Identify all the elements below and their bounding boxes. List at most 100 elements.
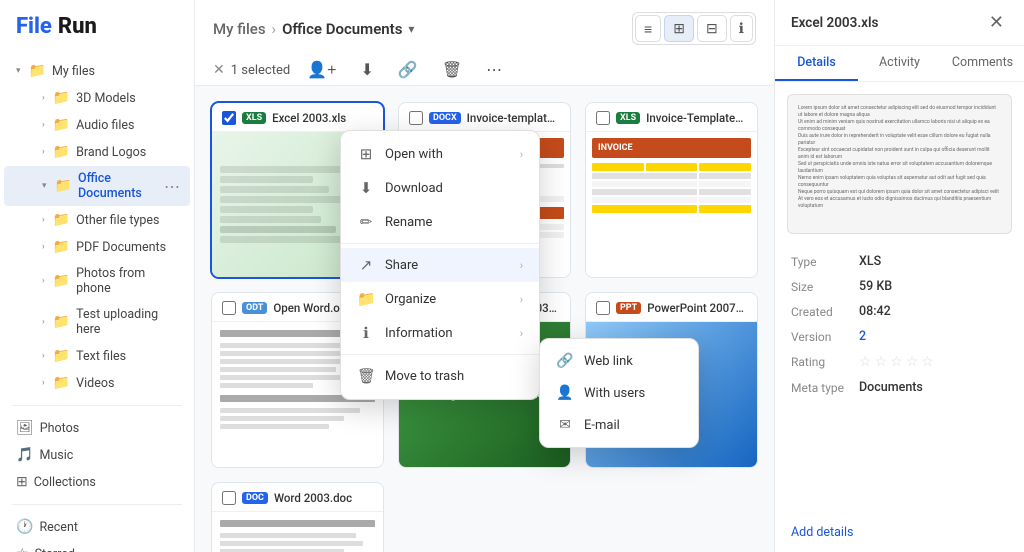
xls-row (592, 181, 751, 187)
context-menu-item-share[interactable]: ↗ Share › 🔗 Web link 👤 With users ✉ E (341, 248, 539, 282)
sidebar-item-recent[interactable]: 🕐 Recent (4, 514, 190, 540)
folder-icon: 📁 (53, 90, 70, 106)
star-3[interactable]: ☆ (890, 354, 903, 370)
sidebar-item-3d-models[interactable]: › 📁 3D Models (4, 85, 190, 111)
add-user-button[interactable]: 👤+ (300, 55, 343, 85)
sidebar-section-media: 🖼 Photos 🎵 Music ⊞ Collections (0, 410, 194, 500)
download-icon: ⬇ (357, 179, 375, 197)
file-checkbox[interactable] (222, 111, 236, 125)
chevron-down-icon: ▾ (42, 181, 47, 191)
sidebar-item-my-files[interactable]: ▾ 📁 My files (4, 58, 190, 84)
submenu-item-web-link[interactable]: 🔗 Web link (540, 345, 698, 377)
file-checkbox[interactable] (409, 111, 423, 125)
submenu-item-with-users[interactable]: 👤 With users (540, 377, 698, 409)
close-panel-button[interactable]: ✕ (985, 12, 1008, 33)
folder-icon: 📁 (53, 314, 70, 330)
view-grid-button[interactable]: ⊞ (664, 15, 694, 42)
file-card-invoice-xls[interactable]: XLS Invoice-Template-top.x... INVOICE (585, 102, 758, 278)
delete-button[interactable]: 🗑 (435, 55, 469, 85)
preview-line (220, 236, 344, 243)
context-menu-item-open-with[interactable]: ⊞ Open with › (341, 137, 539, 171)
view-list-button[interactable]: ≡ (635, 15, 661, 42)
open-with-icon: ⊞ (357, 145, 375, 163)
chevron-right-icon: › (42, 242, 45, 252)
star-5[interactable]: ☆ (921, 354, 934, 370)
breadcrumb-current: Office Documents (282, 20, 402, 38)
chevron-down-icon: ▾ (16, 66, 21, 76)
breadcrumb-root[interactable]: My files (213, 20, 266, 38)
file-card-word-2003[interactable]: DOC Word 2003.doc (211, 482, 384, 552)
view-info-button[interactable]: ℹ (730, 15, 753, 42)
add-details-link[interactable]: Add details (775, 525, 1024, 540)
file-name: Invoice-Template-top.x... (646, 111, 747, 125)
file-card-header: XLS Excel 2003.xls (212, 103, 383, 132)
context-menu-divider (341, 354, 539, 355)
sidebar-item-label: My files (52, 64, 180, 79)
chevron-down-icon[interactable]: ▾ (408, 22, 414, 36)
clock-icon: 🕐 (16, 519, 33, 535)
sidebar-item-brand-logos[interactable]: › 📁 Brand Logos (4, 139, 190, 165)
invoice-header: INVOICE (592, 138, 751, 158)
context-menu: ⊞ Open with › ⬇ Download ✏ Rename ↗ Shar… (340, 130, 540, 400)
sidebar-item-test-uploading[interactable]: › 📁 Test uploading here (4, 302, 190, 342)
tab-activity[interactable]: Activity (858, 46, 941, 81)
more-button[interactable]: ⋯ (479, 55, 509, 85)
file-checkbox[interactable] (596, 301, 610, 315)
file-preview (212, 512, 383, 552)
sidebar-item-text-files[interactable]: › 📁 Text files (4, 343, 190, 369)
sidebar-item-office-documents[interactable]: ▾ 📁 Office Documents ⋯ (4, 166, 190, 206)
context-menu-label: Share (385, 258, 510, 273)
context-menu-item-download[interactable]: ⬇ Download (341, 171, 539, 205)
view-detail-button[interactable]: ⊟ (697, 15, 727, 42)
link-button[interactable]: 🔗 (391, 55, 425, 85)
tab-comments[interactable]: Comments (941, 46, 1024, 81)
detail-created-label: Created (791, 305, 851, 319)
sidebar-item-collections[interactable]: ⊞ Collections (4, 469, 190, 495)
sidebar-item-other-file-types[interactable]: › 📁 Other file types (4, 207, 190, 233)
sidebar-item-audio-files[interactable]: › 📁 Audio files (4, 112, 190, 138)
sidebar-section-myfiles: ▾ 📁 My files › 📁 3D Models › 📁 Audio fil… (0, 53, 194, 401)
star-icon: ☆ (16, 546, 29, 552)
detail-version-value[interactable]: 2 (859, 329, 866, 344)
context-menu-item-rename[interactable]: ✏ Rename (341, 205, 539, 239)
xls-total-cell (592, 205, 697, 213)
tab-details[interactable]: Details (775, 46, 858, 81)
context-menu-item-organize[interactable]: 📁 Organize › (341, 282, 539, 316)
context-menu-item-move-to-trash[interactable]: 🗑 Move to trash (341, 359, 539, 393)
sidebar-item-label: 3D Models (76, 91, 180, 106)
star-2[interactable]: ☆ (875, 354, 888, 370)
star-4[interactable]: ☆ (906, 354, 919, 370)
main-header: My files › Office Documents ▾ ≡ ⊞ ⊟ ℹ ✕ … (195, 0, 774, 86)
submenu-item-email[interactable]: ✉ E-mail (540, 409, 698, 441)
sidebar-item-starred[interactable]: ☆ Starred (4, 541, 190, 552)
rating-stars[interactable]: ☆ ☆ ☆ ☆ ☆ (859, 354, 934, 370)
xls-cell (646, 163, 698, 171)
sidebar-item-music[interactable]: 🎵 Music (4, 442, 190, 468)
star-1[interactable]: ☆ (859, 354, 872, 370)
deselect-button[interactable]: ✕ (213, 62, 225, 78)
breadcrumb-separator: › (272, 20, 277, 38)
file-card-header: PPT PowerPoint 2007.pptx (586, 293, 757, 322)
more-options-icon[interactable]: ⋯ (164, 177, 180, 196)
detail-meta-type-value: Documents (859, 380, 923, 395)
file-checkbox[interactable] (596, 111, 610, 125)
submenu-label: With users (584, 386, 645, 401)
panel-details: Type XLS Size 59 KB Created 08:42 Versio… (775, 246, 1024, 525)
xls-cell (592, 189, 697, 195)
selected-count: 1 selected (231, 63, 290, 78)
sidebar-item-photos-from-phone[interactable]: › 📁 Photos from phone (4, 261, 190, 301)
chevron-right-icon: › (520, 293, 523, 306)
xls-cell (592, 181, 697, 187)
chevron-right-icon: › (520, 327, 523, 340)
sidebar-item-pdf-documents[interactable]: › 📁 PDF Documents (4, 234, 190, 260)
sidebar-item-label: Videos (76, 376, 180, 391)
toolbar: ✕ 1 selected 👤+ ⬇ 🔗 🗑 ⋯ (213, 55, 756, 85)
sidebar-item-videos[interactable]: › 📁 Videos (4, 370, 190, 396)
file-type-badge: PPT (616, 302, 641, 314)
file-checkbox[interactable] (222, 491, 236, 505)
context-menu-item-information[interactable]: ℹ Information › (341, 316, 539, 350)
download-button[interactable]: ⬇ (353, 55, 380, 85)
file-checkbox[interactable] (222, 301, 236, 315)
trash-icon: 🗑 (357, 367, 375, 385)
sidebar-item-photos[interactable]: 🖼 Photos (4, 415, 190, 441)
